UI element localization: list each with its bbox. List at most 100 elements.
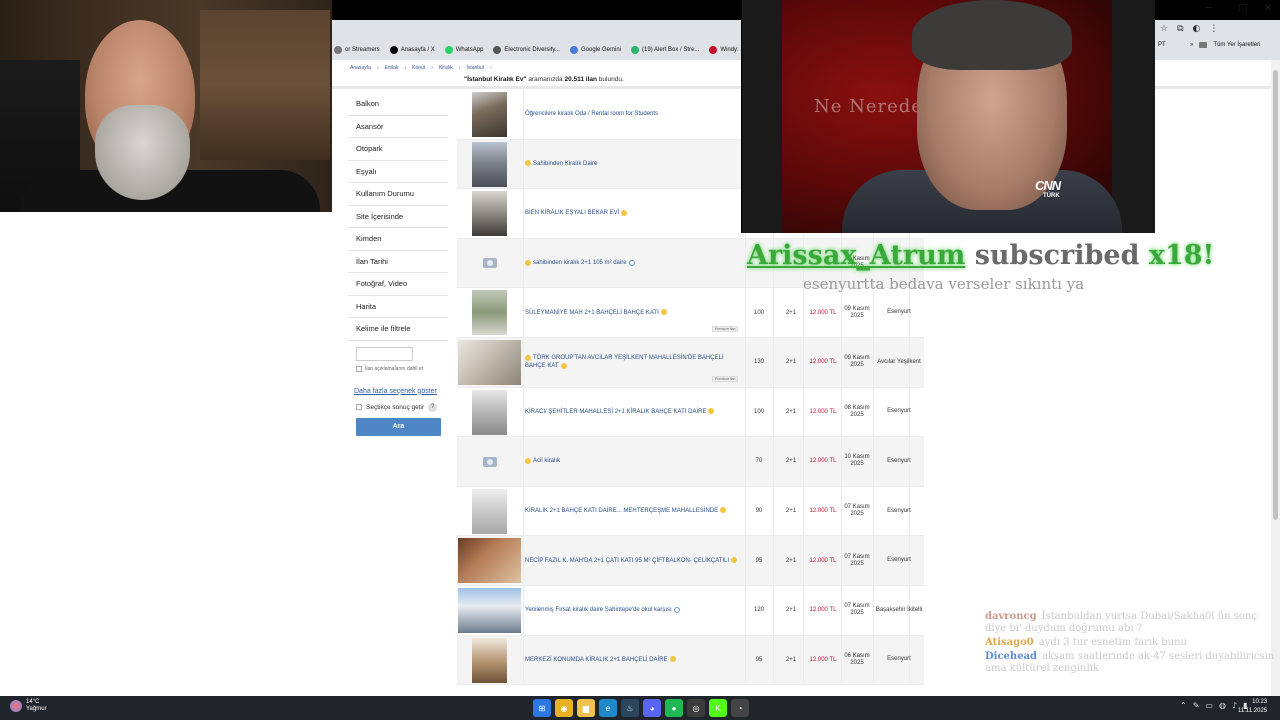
listing-title[interactable]: sahibinden kiralık 2+1 105 m² daire [525, 259, 745, 267]
column-divider [803, 288, 804, 337]
tray-icon[interactable]: ♪ [1232, 701, 1237, 710]
listing-thumbnail[interactable] [472, 389, 507, 435]
weather-widget[interactable]: 14°C Yağmur [10, 699, 47, 713]
listing-thumbnail[interactable] [472, 241, 507, 286]
listing-title[interactable]: BİEN KİRALIK EŞYALI BEKAR EVİ [525, 209, 745, 217]
listing-title[interactable]: Acil kiralık [525, 457, 745, 465]
listing-title[interactable]: NECİP FAZIL K. MAH'DA 2+1 ÇATI KATI 95 M… [525, 557, 745, 565]
checkbox-box[interactable] [356, 365, 362, 372]
breadcrumb-item[interactable]: Anasayfa [350, 65, 371, 71]
filter-item[interactable]: Site İçerisinde [348, 206, 448, 228]
filter-item[interactable]: Kelime ile filtrele [348, 318, 448, 341]
bookmark-item[interactable]: Google Gemini [569, 46, 621, 54]
include-descriptions-checkbox[interactable]: İlan açıklamalarını dahil et [356, 365, 448, 372]
profile-icon[interactable]: ◐ [1193, 24, 1201, 34]
listing-title[interactable]: MERKEZİ KONUMDA KİRALIK 2+1 BAHÇELİ DAİR… [525, 656, 745, 664]
listing-title[interactable]: Sahibinden Kiralık Daire [525, 160, 745, 168]
x-logo-icon [389, 46, 398, 54]
filter-item[interactable]: İlan Tarihi [348, 251, 448, 273]
taskbar-clock[interactable]: 10:23 11.11.2025 [1238, 698, 1267, 716]
breadcrumb-item[interactable]: Kiralık [439, 65, 453, 71]
filter-item[interactable]: Kullanım Durumu [348, 183, 448, 206]
bookmark-item[interactable]: WhatsApp [444, 46, 483, 54]
filter-item[interactable]: Balkon [348, 93, 448, 116]
steam-icon[interactable]: ♨ [621, 699, 639, 717]
chat-username: Atisago0 [985, 637, 1034, 648]
windows-start-icon[interactable]: ⊞ [533, 699, 551, 717]
listing-thumbnail[interactable] [472, 141, 507, 187]
filter-item[interactable]: Fotoğraf, Video [348, 273, 448, 296]
listing-row[interactable]: TÖRK GROUP'TAN AVCILAR YEŞİLKENT MAHALLE… [457, 337, 924, 388]
spotify-icon[interactable]: ● [665, 699, 683, 717]
maximize-button[interactable]: □ [1238, 3, 1247, 14]
listing-title[interactable]: SÜLEYMANİYE MAH 2+1 BAHÇELİ BAHÇE KATI [525, 309, 745, 317]
alert-app-icon[interactable]: ◔ [731, 699, 749, 717]
checkbox-box[interactable] [356, 404, 362, 410]
weather-icon [10, 700, 22, 712]
bookmark-item[interactable]: or Streamers [334, 46, 380, 54]
obs-icon[interactable]: ◎ [687, 699, 705, 717]
more-options-link[interactable]: Daha fazla seçenek göster [354, 388, 448, 395]
file-explorer-icon[interactable]: ▆ [577, 699, 595, 717]
filter-item[interactable]: Asansör [348, 116, 448, 138]
filter-item[interactable]: Harita [348, 296, 448, 318]
edge-icon[interactable]: e [599, 699, 617, 717]
discord-icon[interactable]: ◕ [643, 699, 661, 717]
column-divider [523, 437, 524, 486]
listing-price: 12.000 TL [809, 309, 837, 316]
menu-icon[interactable]: ⋮ [1209, 24, 1218, 34]
more-bookmarks-button[interactable]: » [1190, 42, 1193, 48]
listing-title[interactable]: Yenilenmiş Fırsat kiralık daire Şahintep… [525, 606, 745, 614]
tray-icon[interactable]: ▭ [1205, 701, 1213, 710]
keyword-filter-input[interactable] [356, 346, 413, 361]
scrollbar-thumb[interactable] [1273, 70, 1278, 520]
listing-row[interactable]: KİRACI/ ŞEHİTLER MAHALLESİ 2+1 KİRALIK B… [457, 387, 924, 438]
breadcrumb-item[interactable]: İstanbul [466, 65, 484, 71]
chrome-icon[interactable]: ◉ [555, 699, 573, 717]
listing-row[interactable]: Acil kiralık 70 2+1 12.000 TL 10 Kasım 2025 E… [457, 437, 924, 487]
breadcrumb-item[interactable]: Konut [412, 65, 425, 71]
filter-item[interactable]: Otopark [348, 138, 448, 161]
listing-thumbnail[interactable] [472, 290, 507, 336]
tray-icon[interactable]: ◍ [1219, 701, 1226, 710]
minimize-button[interactable]: ─ [1206, 3, 1212, 14]
filter-item[interactable]: Kimden [348, 228, 448, 251]
folder-icon [1199, 42, 1208, 48]
tray-icon[interactable]: ⌃ [1180, 701, 1187, 710]
bookmark-item[interactable]: Anasayfa / X [389, 46, 435, 54]
listing-row[interactable]: NECİP FAZIL K. MAH'DA 2+1 ÇATI KATI 95 M… [457, 536, 924, 586]
bookmark-item[interactable]: Electronic Diversity... [493, 46, 560, 54]
listing-title[interactable]: KİRALIK 2+1 BAHÇE KATI DAİRE... MEHTERÇE… [525, 507, 745, 515]
listing-date: 07 Kasım 2025 [844, 553, 870, 567]
listing-thumbnail[interactable] [458, 587, 521, 633]
close-window-button[interactable]: ✕ [1264, 3, 1272, 14]
filter-item[interactable]: Eşyalı [348, 161, 448, 183]
bookmarks-truncated[interactable]: PT [1158, 42, 1166, 48]
listing-row[interactable]: SÜLEYMANİYE MAH 2+1 BAHÇELİ BAHÇE KATI Pr… [457, 288, 924, 338]
bookmark-item[interactable]: (19) Alert Box / Stre... [631, 46, 699, 54]
listing-row[interactable]: KİRALIK 2+1 BAHÇE KATI DAİRE... MEHTERÇE… [457, 486, 924, 537]
listing-thumbnail[interactable] [472, 92, 507, 137]
listing-title[interactable]: Öğrencilere kiralık Oda / Rental room fo… [525, 110, 745, 118]
listing-title[interactable]: TÖRK GROUP'TAN AVCILAR YEŞİLKENT MAHALLE… [525, 354, 745, 370]
tray-icon[interactable]: ✎ [1193, 701, 1200, 710]
listing-thumbnail[interactable] [472, 488, 507, 534]
listing-row[interactable]: Yenilenmiş Fırsat kiralık daire Şahintep… [457, 585, 924, 636]
breadcrumb-item[interactable]: Emlak [385, 65, 399, 71]
star-icon[interactable]: ☆ [1160, 24, 1168, 34]
listing-m2: 95 [755, 656, 763, 663]
listing-thumbnail[interactable] [472, 439, 507, 484]
listing-title[interactable]: KİRACI/ ŞEHİTLER MAHALLESİ 2+1 KİRALIK B… [525, 408, 745, 416]
kick-icon[interactable]: K [709, 699, 727, 717]
listing-row[interactable]: MERKEZİ KONUMDA KİRALIK 2+1 BAHÇELİ DAİR… [457, 635, 924, 686]
listing-thumbnail[interactable] [458, 538, 521, 584]
all-bookmarks-label[interactable]: Tüm Yer İşaretleri [1213, 42, 1260, 48]
listing-thumbnail[interactable] [458, 339, 521, 385]
extensions-icon[interactable]: ⧉ [1177, 24, 1183, 34]
webcam-overlay [0, 0, 332, 212]
listing-thumbnail[interactable] [472, 191, 507, 237]
help-icon[interactable]: ? [428, 402, 438, 412]
search-button[interactable]: Ara [356, 417, 441, 436]
listing-thumbnail[interactable] [472, 637, 507, 683]
selected-results-checkbox[interactable]: Seçtikçe sonuç getir ? [356, 402, 448, 412]
